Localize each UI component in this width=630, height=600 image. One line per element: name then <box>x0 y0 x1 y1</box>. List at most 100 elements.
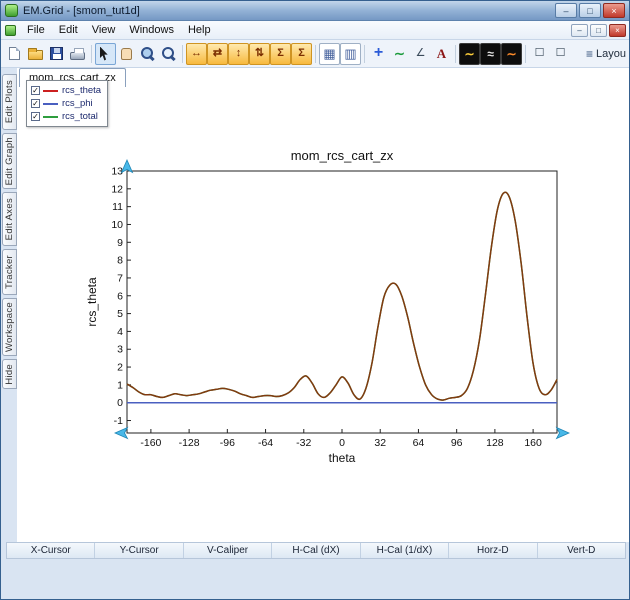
toolbar-separator <box>364 45 365 63</box>
menu-bar: FileEditViewWindowsHelp – □ × <box>1 21 629 40</box>
y-tick-label: 4 <box>117 326 123 338</box>
zoom-icon <box>161 46 176 61</box>
open-file-icon <box>28 50 43 60</box>
child-window-controls: – □ × <box>571 24 626 37</box>
add-trace-icon: + <box>374 45 383 61</box>
curve-fit-icon: ∼ <box>394 47 405 60</box>
expand-vertical-button[interactable]: ↕ <box>228 43 249 65</box>
y-tick-label: 10 <box>111 219 123 231</box>
maximize-button[interactable]: □ <box>579 3 601 18</box>
child-close-button[interactable]: × <box>609 24 626 37</box>
fit-vertical-icon: ⇅ <box>255 48 264 59</box>
side-tab-label: Workspace <box>4 302 15 352</box>
pan-hand-button[interactable] <box>116 43 137 65</box>
status-cell-h-cal-dx-: H-Cal (dX) <box>272 543 360 558</box>
toolbar-separator <box>455 45 456 63</box>
chart-canvas[interactable]: mom_rcs_cart_zx-1012345678910111213-160-… <box>85 147 573 479</box>
legend-checkbox-rcs_theta[interactable]: ✓ <box>31 86 40 95</box>
plot-style-dark-button[interactable]: ∼ <box>459 43 480 65</box>
text-annotation-button[interactable]: A <box>431 43 452 65</box>
menu-help[interactable]: Help <box>181 22 218 38</box>
side-tab-edit-axes[interactable]: Edit Axes <box>2 192 17 246</box>
save-icon <box>50 47 63 60</box>
select-cursor-button[interactable] <box>95 43 116 65</box>
zoom-button[interactable] <box>158 43 179 65</box>
data-table-alt-button[interactable]: ▥ <box>340 43 361 65</box>
layout-button[interactable]: ≡ Layou <box>586 47 626 61</box>
status-cell-vert-d: Vert-D <box>538 543 625 558</box>
plot-style-filled-icon: ∼ <box>506 48 516 60</box>
legend-box: ✓rcs_theta✓rcs_phi✓rcs_total <box>26 80 108 127</box>
toolbar: ↔⇄↕⇅ΣΣ▦▥+∼∠A∼≈∼☐☐ ≡ Layou <box>1 40 629 68</box>
chart-svg: mom_rcs_cart_zx-1012345678910111213-160-… <box>85 147 573 479</box>
fit-horizontal-button[interactable]: ⇄ <box>207 43 228 65</box>
sum-y-button[interactable]: Σ <box>291 43 312 65</box>
side-tab-tracker[interactable]: Tracker <box>2 249 17 295</box>
side-tab-label: Edit Graph <box>4 137 15 185</box>
status-cell-y-cursor: Y-Cursor <box>95 543 183 558</box>
angle-marker-button[interactable]: ∠ <box>410 43 431 65</box>
close-button[interactable]: × <box>603 3 625 18</box>
x-tick-label: 160 <box>524 437 542 449</box>
menu-file[interactable]: File <box>20 22 52 38</box>
y-tick-label: 13 <box>111 166 123 178</box>
save-button[interactable] <box>46 43 67 65</box>
open-file-button[interactable] <box>25 43 46 65</box>
show-points-button[interactable]: ☐ <box>529 43 550 65</box>
y-tick-label: 12 <box>111 183 123 195</box>
menu-view[interactable]: View <box>85 22 123 38</box>
x-tick-label: -160 <box>140 437 161 449</box>
menu-edit[interactable]: Edit <box>52 22 85 38</box>
minimize-button[interactable]: – <box>555 3 577 18</box>
side-tab-edit-plots[interactable]: Edit Plots <box>2 74 17 130</box>
legend-line-sample <box>43 103 58 105</box>
x-tick-label: 0 <box>339 437 345 449</box>
zoom-window-button[interactable] <box>137 43 158 65</box>
y-tick-label: 6 <box>117 290 123 302</box>
y-tick-label: 11 <box>112 201 123 213</box>
x-tick-label: -64 <box>258 437 273 449</box>
menu-windows[interactable]: Windows <box>122 22 181 38</box>
y-tick-label: 1 <box>117 379 123 391</box>
toolbar-separator <box>182 45 183 63</box>
legend-line-sample <box>43 116 58 118</box>
new-document-button[interactable] <box>4 43 25 65</box>
child-restore-button[interactable]: □ <box>590 24 607 37</box>
legend-label: rcs_total <box>62 111 98 122</box>
side-tab-label: Edit Plots <box>4 80 15 123</box>
text-annotation-icon: A <box>437 47 446 60</box>
document-icon <box>5 25 16 36</box>
side-tab-hide[interactable]: Hide <box>2 359 17 389</box>
plot-style-filled-button[interactable]: ∼ <box>501 43 522 65</box>
print-button[interactable] <box>67 43 88 65</box>
x-tick-label: 96 <box>451 437 463 449</box>
x-tick-label: -128 <box>179 437 200 449</box>
plot-border <box>127 171 557 433</box>
app-icon <box>5 4 18 17</box>
fit-horizontal-icon: ⇄ <box>213 48 222 59</box>
add-trace-button[interactable]: + <box>368 43 389 65</box>
child-minimize-button[interactable]: – <box>571 24 588 37</box>
curve-fit-button[interactable]: ∼ <box>389 43 410 65</box>
print-icon <box>70 52 85 60</box>
side-tab-workspace[interactable]: Workspace <box>2 298 17 356</box>
x-axis-right-arrow <box>557 428 570 439</box>
show-grid-button[interactable]: ☐ <box>550 43 571 65</box>
y-tick-label: 3 <box>117 344 123 356</box>
legend-checkbox-rcs_total[interactable]: ✓ <box>31 112 40 121</box>
legend-item-rcs_theta: ✓ rcs_theta <box>31 84 103 97</box>
layout-icon: ≡ <box>586 47 593 61</box>
title-bar: EM.Grid - [smom_tut1d] – □ × <box>1 1 629 21</box>
legend-checkbox-rcs_phi[interactable]: ✓ <box>31 99 40 108</box>
legend-label: rcs_theta <box>62 85 101 96</box>
expand-horizontal-button[interactable]: ↔ <box>186 43 207 65</box>
fit-vertical-button[interactable]: ⇅ <box>249 43 270 65</box>
plot-style-multi-button[interactable]: ≈ <box>480 43 501 65</box>
side-tab-edit-graph[interactable]: Edit Graph <box>2 133 17 189</box>
pan-hand-icon <box>121 48 132 60</box>
data-table-icon: ▦ <box>323 47 335 60</box>
sum-x-button[interactable]: Σ <box>270 43 291 65</box>
data-table-button[interactable]: ▦ <box>319 43 340 65</box>
status-cell-horz-d: Horz-D <box>449 543 537 558</box>
new-document-icon <box>9 47 20 60</box>
